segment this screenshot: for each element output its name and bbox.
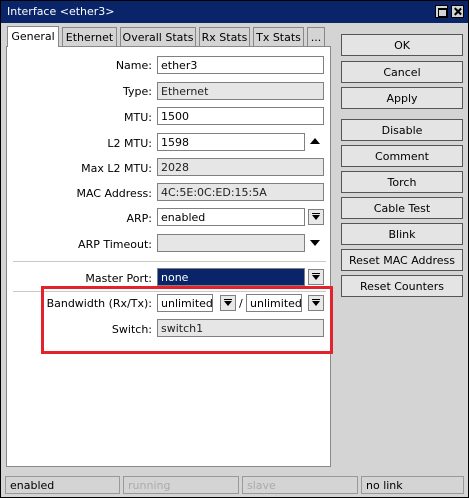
close-icon[interactable] [451,5,464,18]
mtu-field[interactable]: 1500 [157,107,324,125]
status-running: running [123,476,239,494]
cancel-button[interactable]: Cancel [341,61,463,83]
disable-button[interactable]: Disable [341,119,463,141]
l2mtu-label: L2 MTU: [107,137,152,150]
status-slave: slave [242,476,358,494]
mtu-label: MTU: [124,111,152,124]
master-port-label: Master Port: [85,272,152,285]
collapse-up-icon[interactable] [310,138,320,144]
name-field[interactable]: ether3 [157,56,324,74]
tab-general[interactable]: General [7,26,59,47]
tab-more[interactable]: ... [307,27,325,46]
arp-timeout-label: ARP Timeout: [78,238,152,251]
name-label: Name: [115,59,152,72]
interface-window: Interface <ether3> General Ethernet Over… [0,0,469,498]
tab-overall-stats[interactable]: Overall Stats [120,27,196,46]
reset-mac-address-button[interactable]: Reset MAC Address [341,249,463,271]
type-label: Type: [123,85,152,98]
tab-tx-stats[interactable]: Tx Stats [253,27,304,46]
status-enabled: enabled [5,476,120,494]
arp-select[interactable]: enabled [157,208,305,226]
highlight-box [41,286,333,354]
reset-counters-button[interactable]: Reset Counters [341,275,463,297]
ok-button[interactable]: OK [341,34,463,56]
window-title: Interface <ether3> [7,5,115,18]
mac-label: MAC Address: [76,187,152,200]
comment-button[interactable]: Comment [341,145,463,167]
divider [13,261,326,262]
arp-timeout-field[interactable] [157,234,305,252]
master-port-dropdown-icon[interactable] [308,269,324,285]
l2mtu-field[interactable]: 1598 [157,133,305,151]
cable-test-button[interactable]: Cable Test [341,197,463,219]
blink-button[interactable]: Blink [341,223,463,245]
mac-field: 4C:5E:0C:ED:15:5A [157,183,324,201]
master-port-select[interactable]: none [157,268,305,286]
expand-down-icon[interactable] [310,240,320,246]
apply-button[interactable]: Apply [341,87,463,109]
tab-rx-stats[interactable]: Rx Stats [199,27,250,46]
general-panel: Name: ether3 Type: Ethernet MTU: 1500 L2… [6,46,331,467]
max-l2mtu-label: Max L2 MTU: [81,162,152,175]
max-l2mtu-field: 2028 [157,158,324,176]
torch-button[interactable]: Torch [341,171,463,193]
arp-label: ARP: [126,212,152,225]
title-bar[interactable]: Interface <ether3> [1,1,468,23]
type-field: Ethernet [157,82,324,100]
arp-dropdown-icon[interactable] [308,209,324,225]
tab-ethernet[interactable]: Ethernet [62,27,117,46]
status-link: no link [361,476,464,494]
maximize-icon[interactable] [435,5,448,18]
